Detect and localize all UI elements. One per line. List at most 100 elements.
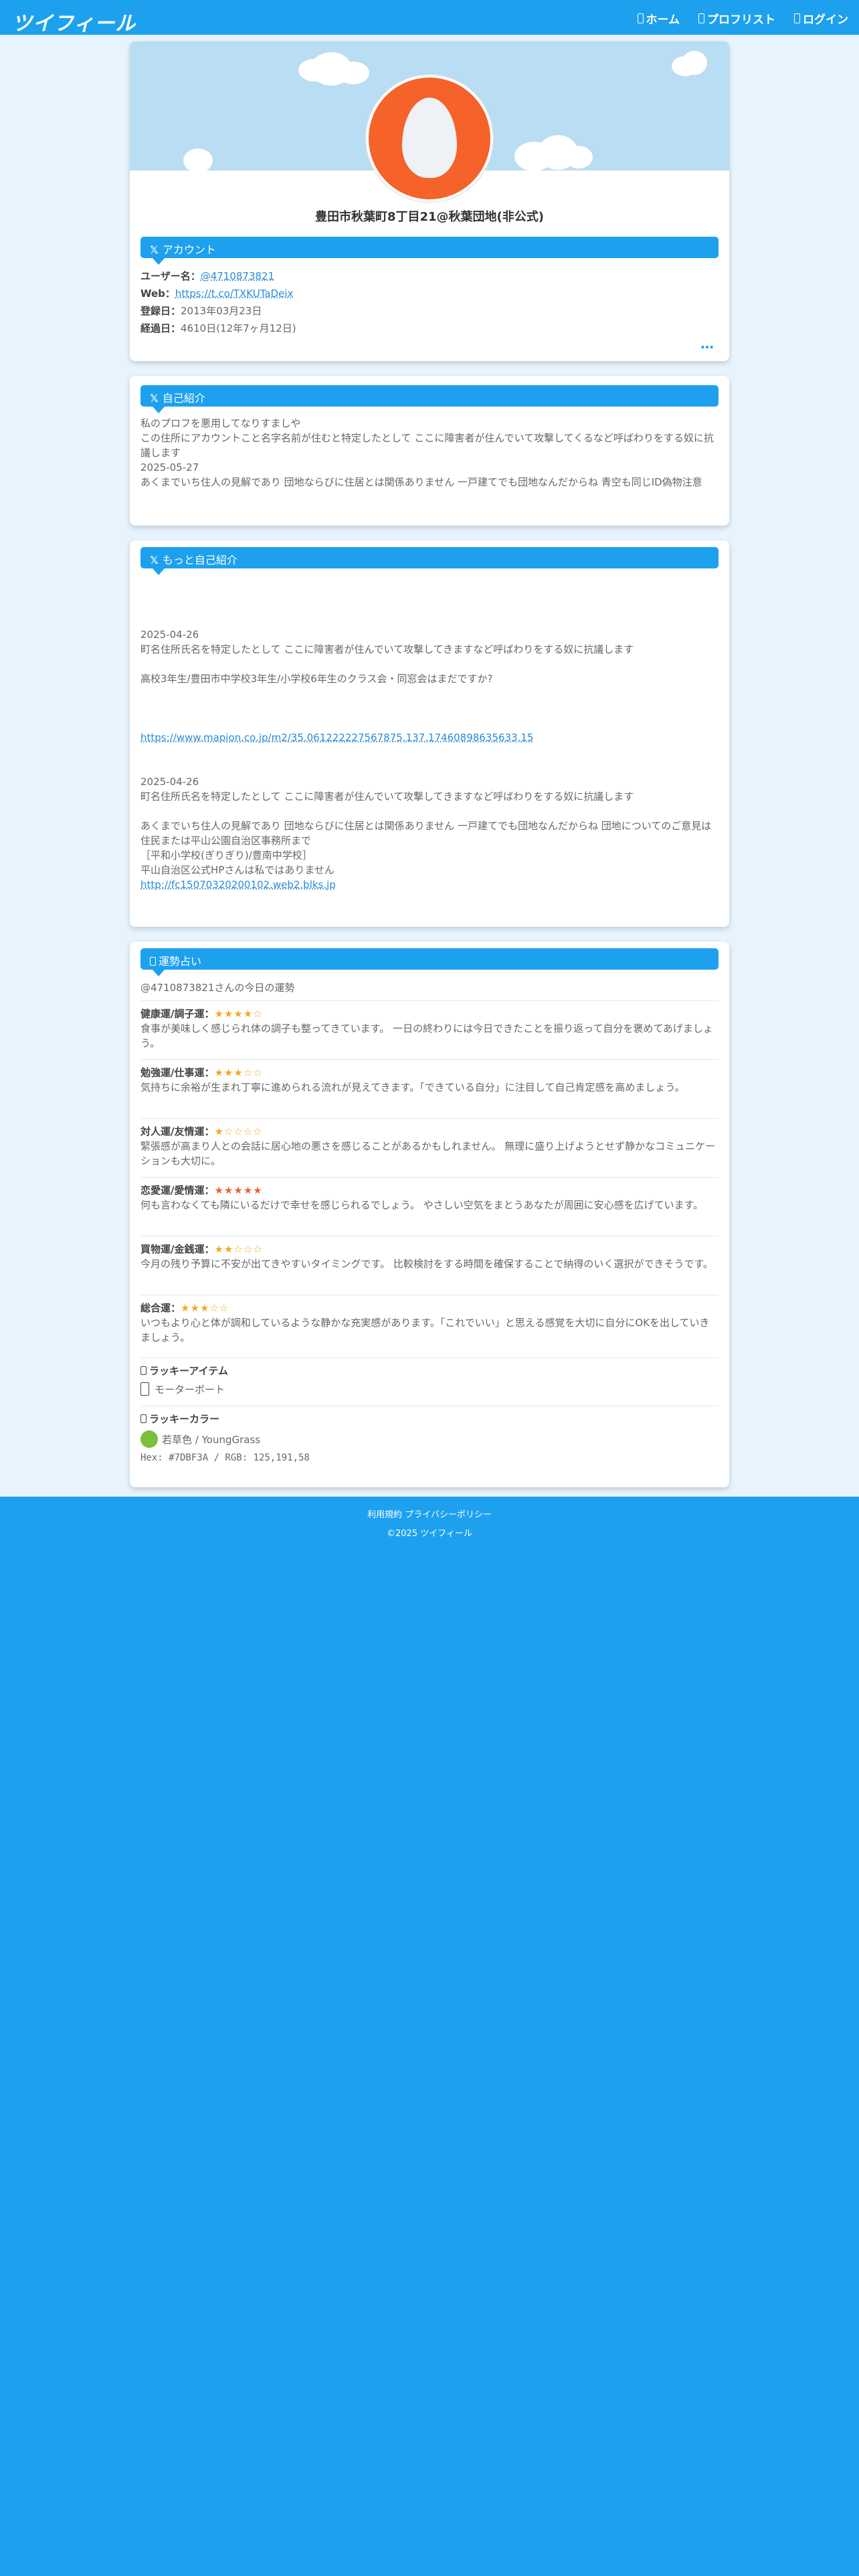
palette-icon (140, 1414, 147, 1423)
x-logo-icon: 𝕏 (150, 243, 159, 256)
terms-link[interactable]: 利用規約 (367, 1510, 402, 1520)
fortune-overall: 総合運：★★★☆☆ いつもより心と体が調和しているような静かな充実感があります。… (140, 1295, 719, 1345)
lucky-item-value: モーターボート (155, 1384, 225, 1396)
fortune-text: 何も言わなくても隣にいるだけで幸せを感じられるでしょう。 やさしい空気をまとうあ… (140, 1199, 704, 1211)
fortune-money: 買物運/金銭運：★★☆☆☆ 今月の残り予算に不安が出てきやすいタイミングです。 … (140, 1236, 719, 1271)
more-intro-section-title: もっと自己紹介 (162, 554, 237, 566)
fortune-health: 健康運/調子運：★★★★☆ 食事が美味しく感じられ体の調子も整ってきています。 … (140, 1000, 719, 1051)
copyright: ©2025 ツイフィール (387, 1529, 472, 1539)
intro-line: あくまでいち住人の見解であり 団地ならびに住居とは関係ありません 一戸建てでも団… (140, 476, 702, 488)
registered-row: 登録日：2013年03月23日 (140, 304, 262, 318)
fortune-label: 対人運/友情運： (140, 1125, 215, 1138)
fortune-label: 買物運/金銭運： (140, 1243, 215, 1255)
fortune-label: 恋愛運/愛情運： (140, 1184, 215, 1196)
fortune-text: 気持ちに余裕が生まれ丁寧に進められる流れが見えてきます。「できている自分」に注目… (140, 1081, 685, 1093)
elapsed-label: 経過日： (140, 322, 181, 334)
list-icon (698, 13, 704, 23)
fortune-relationship: 対人運/友情運：★☆☆☆☆ 緊張感が高まり人との会話に居心地の悪さを感じることが… (140, 1118, 719, 1168)
more-intro-card: 𝕏 もっと自己紹介 2025-04-26 町名住所氏名を特定したとして ここに障害… (130, 540, 729, 927)
fortune-text: 食事が美味しく感じられ体の調子も整ってきています。 一日の終わりには今日できたこ… (140, 1023, 713, 1049)
nav-home[interactable]: ホーム (637, 10, 680, 27)
lucky-color-code: Hex: #7DBF3A / RGB: 125,191,58 (140, 1453, 310, 1463)
more-intro-line: 高校3年生/豊田市中学校3年生/小学校6年生のクラス会・同窓会はまだですか? (140, 673, 493, 685)
fortune-section-header: 運勢占い (140, 948, 719, 976)
x-logo-icon: 𝕏 (150, 554, 159, 566)
username-link[interactable]: @4710873821 (201, 270, 274, 282)
fortune-label: 健康運/調子運： (140, 1008, 215, 1020)
nav-login[interactable]: ログイン (794, 10, 848, 27)
color-swatch (140, 1430, 158, 1448)
map-link[interactable]: https://www.mapion.co.jp/m2/35.061222227… (140, 732, 533, 744)
avatar[interactable] (366, 75, 493, 202)
lucky-item-section: ラッキーアイテム モーターボート (140, 1358, 719, 1397)
gift-icon (140, 1366, 147, 1375)
more-intro-section-header: 𝕏 もっと自己紹介 (140, 547, 719, 575)
fortune-love: 恋愛運/愛情運：★★★★★ 何も言わなくても隣にいるだけで幸せを感じられるでしょ… (140, 1177, 719, 1212)
nav-login-label: ログイン (803, 13, 848, 27)
intro-line: 私のプロフを悪用してなりすましや (140, 417, 301, 429)
username-row: ユーザー名：@4710873821 (140, 269, 274, 284)
fortune-text: いつもより心と体が調和しているような静かな充実感があります。「これでいい」と思え… (140, 1317, 710, 1344)
account-section-header: 𝕏 アカウント (140, 237, 719, 265)
lucky-color-name: 若草色 / YoungGrass (162, 1434, 261, 1446)
lucky-color-title: ラッキーカラー (149, 1413, 220, 1425)
lucky-item-title: ラッキーアイテム (149, 1365, 228, 1377)
more-intro-text: 2025-04-26 町名住所氏名を特定したとして ここに障害者が住んでいて攻撃… (140, 627, 719, 892)
fortune-study: 勉強運/仕事運：★★★☆☆ 気持ちに余裕が生まれ丁寧に進められる流れが見えてきま… (140, 1059, 719, 1095)
intro-card: 𝕏 自己紹介 私のプロフを悪用してなりすましや この住所にアカウントこと名字名前が… (130, 376, 729, 526)
default-egg-icon (402, 98, 457, 178)
fortune-text: 今月の残り予算に不安が出てきやすいタイミングです。 比較検討をする時間を確保する… (140, 1258, 713, 1270)
more-intro-line: あくまでいち住人の見解であり 団地ならびに住居とは関係ありません 一戸建てでも団… (140, 820, 712, 847)
homepage-link[interactable]: http://fc15070320200102.web2.blks.jp (140, 879, 336, 891)
fortune-label: 勉強運/仕事運： (140, 1067, 215, 1079)
web-link[interactable]: https://t.co/TXKUTaDeix (175, 288, 293, 300)
nav-profile-list[interactable]: プロフリスト (698, 10, 775, 27)
more-intro-date: 2025-04-26 (140, 776, 199, 788)
item-icon (140, 1382, 149, 1396)
more-intro-line: 平山自治区公式HPさんは私ではありません (140, 864, 335, 876)
elapsed-days: 4610日(12年7ヶ月12日) (181, 322, 296, 334)
login-icon (794, 13, 800, 23)
fortune-card: 運勢占い @4710873821さんの今日の運勢 健康運/調子運：★★★★☆ 食… (130, 942, 729, 1487)
elapsed-row: 経過日：4610日(12年7ヶ月12日) (140, 321, 296, 336)
fortune-section-title: 運勢占い (159, 955, 202, 968)
profile-display-name: 豊田市秋葉町8丁目21@秋葉団地(非公式) (314, 210, 545, 224)
more-intro-line: ［平和小学校(ぎりぎり)/豊南中学校］ (140, 849, 312, 861)
fortune-stars: ★★★★☆ (214, 1008, 263, 1020)
profile-card: 豊田市秋葉町8丁目21@秋葉団地(非公式) 𝕏 アカウント ユーザー名：@4710… (130, 41, 729, 361)
fortune-subtitle: @4710873821さんの今日の運勢 (140, 982, 295, 994)
site-logo[interactable]: ツイフィール (12, 7, 136, 36)
registered-date: 2013年03月23日 (181, 305, 262, 317)
account-section-title: アカウント (162, 243, 216, 256)
fortune-stars: ★★★☆☆ (181, 1302, 229, 1314)
fortune-stars: ★★★☆☆ (214, 1067, 263, 1079)
web-label: Web： (140, 288, 175, 300)
intro-section-title: 自己紹介 (162, 392, 205, 405)
intro-text: 私のプロフを悪用してなりすましや この住所にアカウントこと名字名前が住むと特定し… (140, 416, 719, 490)
fortune-stars: ★★★★★ (214, 1184, 263, 1196)
more-intro-line: 町名住所氏名を特定したとして ここに障害者が住んでいて攻撃してきますなど呼ばわり… (140, 643, 634, 655)
main-nav: ホーム プロフリスト ログイン (637, 10, 848, 27)
intro-section-header: 𝕏 自己紹介 (140, 385, 719, 413)
top-bar: ツイフィール ホーム プロフリスト ログイン (0, 0, 859, 35)
privacy-link[interactable]: プライバシーポリシー (405, 1510, 492, 1520)
more-button[interactable]: … (700, 336, 714, 352)
web-row: Web：https://t.co/TXKUTaDeix (140, 286, 293, 301)
lucky-color-section: ラッキーカラー 若草色 / YoungGrass Hex: #7DBF3A / … (140, 1406, 719, 1465)
more-intro-line: 町名住所氏名を特定したとして ここに障害者が住んでいて攻撃してきますなど呼ばわり… (140, 790, 634, 802)
username-label: ユーザー名： (140, 270, 201, 282)
intro-date: 2025-05-27 (140, 461, 199, 473)
more-intro-date: 2025-04-26 (140, 629, 199, 641)
registered-label: 登録日： (140, 305, 181, 317)
home-icon (637, 13, 644, 23)
footer: 利用規約 プライバシーポリシー ©2025 ツイフィール (0, 1497, 859, 1543)
fortune-icon (150, 957, 156, 966)
intro-line: この住所にアカウントこと名字名前が住むと特定したとして ここに障害者が住んでいて… (140, 432, 714, 459)
nav-home-label: ホーム (646, 13, 680, 27)
fortune-label: 総合運： (140, 1302, 181, 1314)
x-logo-icon: 𝕏 (150, 392, 159, 405)
fortune-stars: ★☆☆☆☆ (214, 1125, 263, 1138)
fortune-stars: ★★☆☆☆ (214, 1243, 263, 1255)
fortune-text: 緊張感が高まり人との会話に居心地の悪さを感じることがあるかもしれません。 無理に… (140, 1140, 716, 1167)
nav-profile-list-label: プロフリスト (707, 13, 775, 27)
